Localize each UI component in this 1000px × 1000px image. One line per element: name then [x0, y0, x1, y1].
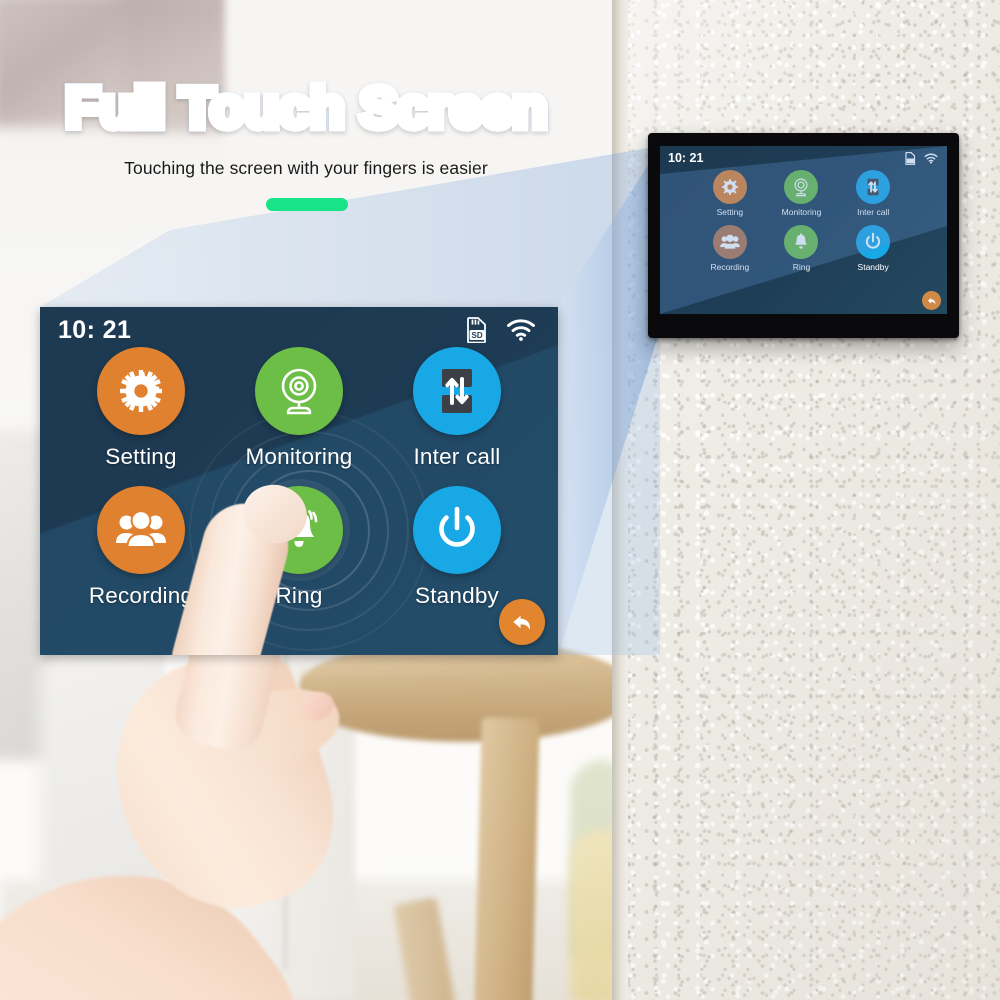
gear-icon [721, 179, 738, 195]
device-standby-label: Standby [857, 262, 889, 272]
bell-icon [795, 233, 808, 249]
device-screen: 10: 21 Setting Monitoring Inter call Rec… [660, 146, 947, 314]
power-icon [439, 506, 475, 547]
back-arrow-icon [927, 297, 935, 304]
menu-item-standby[interactable]: Standby [378, 486, 536, 609]
setting-button[interactable] [97, 347, 185, 435]
device-recording-button[interactable] [712, 225, 747, 259]
standby-button[interactable] [413, 486, 501, 574]
wifi-icon [507, 319, 535, 341]
table-leg-front [474, 717, 540, 1000]
menu-grid: Setting Monitoring Inter call Recording … [40, 347, 558, 609]
device-inter-call-label: Inter call [857, 207, 890, 217]
wall-corner-edge [612, 0, 628, 1000]
device-ring-label: Ring [792, 262, 811, 272]
webcam-icon [795, 178, 808, 197]
device-standby-button[interactable] [856, 225, 891, 259]
device-monitoring-button[interactable] [784, 170, 819, 204]
people-group-icon [720, 234, 740, 249]
monitoring-button[interactable] [255, 347, 343, 435]
device-status-icon-tray [905, 151, 938, 165]
device-menu-item-standby[interactable]: Standby [837, 225, 909, 272]
intercom-transfer-icon [867, 178, 879, 196]
menu-item-inter-call[interactable]: Inter call [378, 347, 536, 470]
menu-item-setting[interactable]: Setting [62, 347, 220, 470]
monitoring-label: Monitoring [245, 444, 353, 469]
page-subtitle: Touching the screen with your fingers is… [124, 158, 488, 178]
device-monitoring-label: Monitoring [781, 207, 822, 217]
standby-label: Standby [415, 583, 499, 608]
promo-image-root: 10: 21 SD Setting Monitoring Inter call … [0, 0, 1000, 1000]
ring-label: Ring [275, 583, 323, 608]
webcam-icon [281, 368, 317, 415]
device-inter-call-button[interactable] [856, 170, 891, 204]
back-arrow-icon [512, 615, 530, 630]
device-recording-label: Recording [710, 262, 750, 272]
sd-card-icon [905, 151, 916, 165]
device-menu-grid: Setting Monitoring Inter call Recording … [660, 170, 947, 272]
device-menu-item-monitoring[interactable]: Monitoring [766, 170, 838, 217]
inter-call-label: Inter call [413, 444, 501, 469]
page-title: Full Touch Screen [0, 75, 612, 141]
device-menu-item-setting[interactable]: Setting [694, 170, 766, 217]
svg-text:SD: SD [472, 331, 483, 340]
recording-button[interactable] [97, 486, 185, 574]
setting-label: Setting [105, 444, 177, 469]
intercom-transfer-icon [442, 369, 472, 413]
status-icon-tray: SD [466, 317, 536, 343]
zoomed-device-screen: 10: 21 SD Setting Monitoring Inter call … [40, 307, 558, 655]
device-menu-item-ring[interactable]: Ring [766, 225, 838, 272]
power-icon [866, 232, 881, 249]
inter-call-button[interactable] [413, 347, 501, 435]
device-setting-button[interactable] [712, 170, 747, 204]
sd-card-icon: SD [467, 317, 486, 343]
device-menu-item-recording[interactable]: Recording [694, 225, 766, 272]
recording-label: Recording [88, 583, 194, 608]
menu-item-monitoring[interactable]: Monitoring [220, 347, 378, 470]
clock-label: 10: 21 [58, 315, 132, 344]
device-clock-label: 10: 21 [668, 151, 704, 165]
back-button[interactable] [499, 599, 545, 645]
device-setting-label: Setting [716, 207, 744, 217]
people-group-icon [116, 510, 166, 548]
device-back-button[interactable] [922, 291, 941, 310]
wall-mounted-intercom-device: 10: 21 Setting Monitoring Inter call Rec… [648, 133, 959, 338]
decor-object-blur [570, 830, 612, 1000]
device-menu-item-inter-call[interactable]: Inter call [837, 170, 909, 217]
device-status-bar: 10: 21 [660, 146, 947, 170]
device-ring-button[interactable] [784, 225, 819, 259]
accent-divider [266, 198, 348, 211]
wifi-icon [924, 153, 938, 164]
gear-icon [120, 370, 162, 412]
